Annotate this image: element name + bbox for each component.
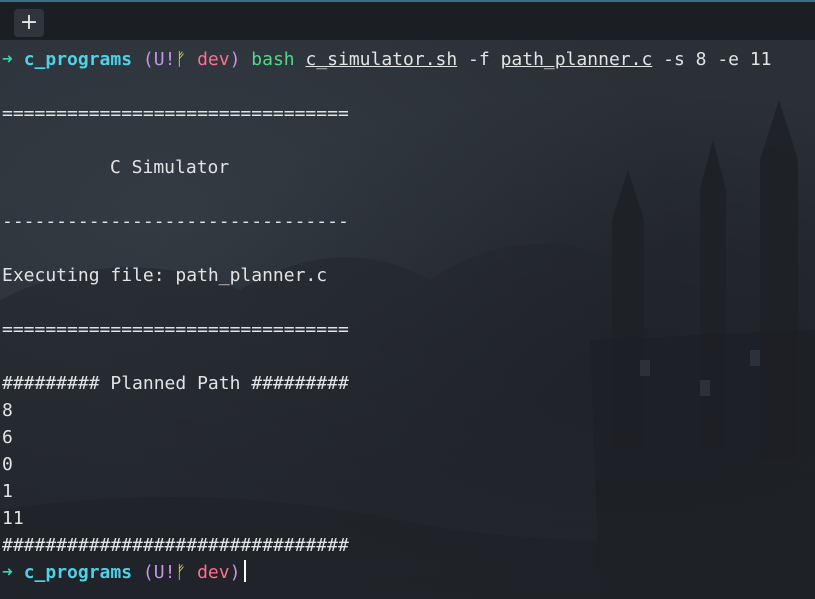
command-script: c_simulator.sh (305, 49, 458, 70)
output-title: C Simulator (110, 157, 230, 178)
path-node: 11 (2, 508, 24, 529)
output-rule-mid: -------------------------------- (2, 211, 349, 232)
prompt-line[interactable]: ➜ c_programs (U!ᚠ dev) (2, 559, 247, 586)
git-status-close: ) (229, 49, 241, 70)
git-status-open: (U! (142, 562, 176, 583)
prompt-arrow-icon: ➜ (2, 49, 13, 70)
git-status-open: (U! (142, 49, 176, 70)
path-node: 1 (2, 481, 13, 502)
command-flag-f: -f (468, 49, 490, 70)
command-line: ➜ c_programs (U!ᚠ dev) bash c_simulator.… (2, 46, 772, 73)
command-name: bash (251, 49, 295, 70)
output-rule-top: ================================ (2, 103, 349, 124)
path-node: 8 (2, 400, 13, 421)
command-rest-args: -s 8 -e 11 (663, 49, 772, 70)
git-branch-name: dev (197, 49, 230, 70)
prompt-directory: c_programs (23, 562, 133, 583)
output-executing: Executing file: path_planner.c (2, 265, 328, 286)
git-status-close: ) (229, 562, 241, 583)
output-rule-bottom: ================================ (2, 319, 349, 340)
path-node: 6 (2, 427, 13, 448)
git-branch-name: dev (197, 562, 230, 583)
git-branch-icon: ᚠ (175, 49, 187, 70)
tab-bar: + (0, 0, 815, 40)
prompt-directory: c_programs (23, 49, 133, 70)
text-cursor (244, 560, 247, 582)
output-path-header: ######### Planned Path ######### (2, 373, 349, 394)
command-file: path_planner.c (500, 49, 653, 70)
prompt-arrow-icon: ➜ (2, 562, 13, 583)
new-tab-button[interactable]: + (14, 9, 44, 37)
path-node: 0 (2, 454, 13, 475)
git-branch-icon: ᚠ (175, 562, 187, 583)
output-rule-end: ################################ (2, 535, 349, 556)
